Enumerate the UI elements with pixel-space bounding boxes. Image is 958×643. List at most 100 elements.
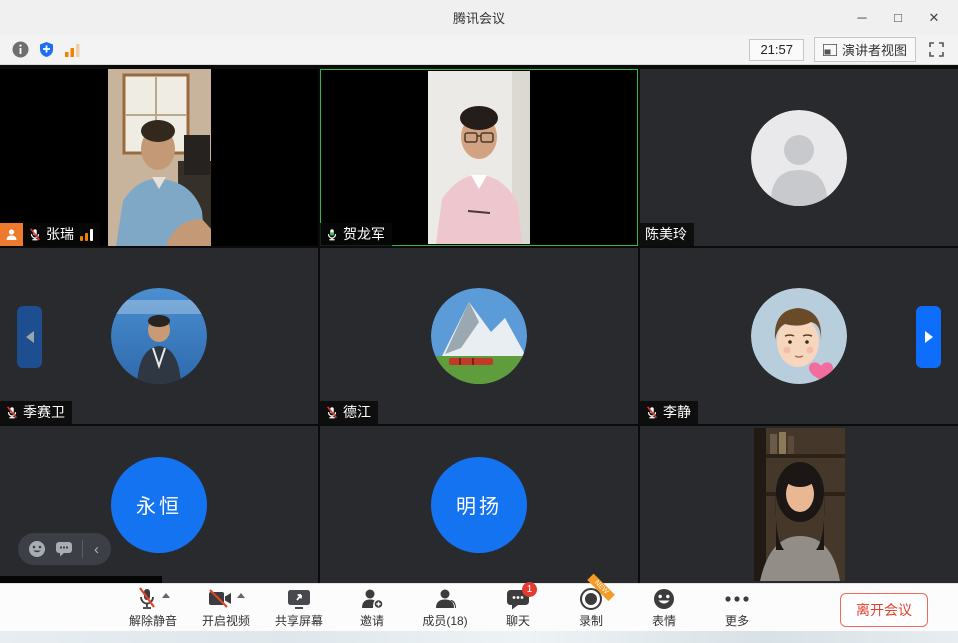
mic-muted-icon	[5, 405, 19, 420]
initial-avatar: 永恒	[111, 457, 207, 553]
window-title: 腾讯会议	[453, 8, 505, 27]
pill-divider	[82, 540, 83, 558]
share-screen-icon	[286, 588, 312, 610]
mic-active-icon	[325, 227, 339, 242]
webcam-video-helongjun	[428, 69, 530, 246]
share-screen-button[interactable]: 共享屏幕	[272, 587, 326, 629]
minimize-icon[interactable]: ─	[844, 0, 880, 35]
participant-name: 季赛卫	[23, 401, 65, 424]
record-button[interactable]: NEW 录制	[564, 587, 618, 629]
participant-name-label: 贺龙军	[320, 223, 392, 246]
members-icon	[434, 587, 456, 610]
bottom-toolbar: 解除静音 开启视频 共享屏幕 邀请 成员(18)	[0, 583, 958, 631]
top-toolbar: 21:57 演讲者视图	[0, 35, 958, 65]
chevron-left-icon	[26, 331, 34, 343]
desktop-background-strip	[0, 631, 958, 643]
video-tile-helongjun[interactable]: 贺龙军	[320, 69, 638, 246]
photo-avatar-lijing	[751, 288, 847, 384]
more-dots-icon	[724, 595, 750, 603]
participant-label-row: 德江	[320, 401, 378, 424]
video-tile-chenmeiling[interactable]: 陈美玲	[640, 69, 958, 246]
participant-name: 德江	[343, 401, 371, 424]
mic-muted-icon	[136, 587, 158, 611]
speaker-view-button[interactable]: 演讲者视图	[814, 37, 916, 62]
camera-off-icon	[207, 588, 233, 610]
mic-options-caret[interactable]	[162, 593, 170, 598]
start-video-label: 开启视频	[202, 612, 250, 629]
participant-label-row: 陈美玲	[640, 223, 694, 246]
next-page-arrow[interactable]	[916, 306, 941, 368]
meeting-window: 腾讯会议 ─ □ ✕ 21:57 演讲者视图	[0, 0, 958, 643]
webcam-video-zhangrui	[108, 69, 211, 246]
webcam-video-unnamed	[754, 426, 845, 583]
clipped-name-label	[0, 576, 162, 583]
host-badge-icon	[0, 223, 23, 246]
mic-muted-icon	[645, 405, 659, 420]
emoji-reaction-icon[interactable]	[28, 540, 46, 558]
quick-chat-icon[interactable]	[55, 541, 73, 557]
video-tile-unnamed[interactable]	[640, 426, 958, 583]
participant-label-row: 张瑞	[0, 223, 100, 246]
participant-name-label: 李静	[640, 401, 698, 424]
network-signal-icon[interactable]	[64, 41, 81, 58]
maximize-icon[interactable]: □	[880, 0, 916, 35]
emoji-button[interactable]: 表情	[637, 587, 691, 629]
more-button[interactable]: 更多	[710, 587, 764, 629]
info-icon[interactable]	[12, 41, 29, 58]
security-shield-icon[interactable]	[38, 41, 55, 58]
initial-avatar: 明扬	[431, 457, 527, 553]
participant-label-row: 贺龙军	[320, 223, 392, 246]
members-label: 成员(18)	[422, 612, 467, 629]
photo-avatar-jisaiwei	[111, 288, 207, 384]
emoji-icon	[652, 587, 676, 611]
participant-name-label: 陈美玲	[640, 223, 694, 246]
participant-name: 陈美玲	[645, 223, 687, 246]
video-tile-jisaiwei[interactable]: 季赛卫	[0, 248, 318, 424]
close-icon[interactable]: ✕	[916, 0, 952, 35]
chat-button[interactable]: 1 聊天	[491, 587, 545, 629]
mic-muted-icon	[325, 405, 339, 420]
meeting-timer: 21:57	[749, 39, 804, 61]
share-screen-label: 共享屏幕	[275, 612, 323, 629]
fullscreen-icon[interactable]	[926, 40, 946, 60]
more-label: 更多	[725, 612, 749, 629]
invite-person-icon	[360, 587, 384, 610]
members-button[interactable]: 成员(18)	[418, 587, 472, 629]
chat-label: 聊天	[506, 612, 530, 629]
video-tile-dejiang[interactable]: 德江	[320, 248, 638, 424]
window-controls: ─ □ ✕	[844, 0, 952, 35]
video-tile-mingyang[interactable]: 明扬	[320, 426, 638, 583]
participant-label-row: 季赛卫	[0, 401, 72, 424]
chat-unread-badge: 1	[522, 582, 537, 597]
speaker-view-label: 演讲者视图	[842, 40, 907, 59]
reaction-pill: ‹	[18, 533, 111, 565]
collapse-pill-icon[interactable]: ‹	[92, 542, 101, 557]
participant-name: 李静	[663, 401, 691, 424]
unmute-button[interactable]: 解除静音	[126, 587, 180, 629]
topbar-right: 21:57 演讲者视图	[749, 37, 946, 62]
photo-avatar-dejiang	[431, 288, 527, 384]
unmute-label: 解除静音	[129, 612, 177, 629]
invite-label: 邀请	[360, 612, 384, 629]
emoji-label: 表情	[652, 612, 676, 629]
participant-name-label: 张瑞	[23, 223, 100, 246]
camera-options-caret[interactable]	[237, 593, 245, 598]
participant-name: 张瑞	[46, 223, 74, 246]
meeting-status-icons	[12, 41, 81, 58]
leave-meeting-button[interactable]: 离开会议	[840, 593, 928, 627]
record-label: 录制	[579, 612, 603, 629]
video-grid: 张瑞 贺龙军	[0, 65, 958, 583]
signal-bars-icon	[80, 229, 93, 241]
participant-name: 贺龙军	[343, 223, 385, 246]
participant-label-row: 李静	[640, 401, 698, 424]
start-video-button[interactable]: 开启视频	[199, 587, 253, 629]
video-tile-zhangrui[interactable]: 张瑞	[0, 69, 318, 246]
invite-button[interactable]: 邀请	[345, 587, 399, 629]
placeholder-avatar	[751, 110, 847, 206]
chevron-right-icon	[925, 331, 933, 343]
previous-page-arrow[interactable]	[17, 306, 42, 368]
video-tile-lijing[interactable]: 李静	[640, 248, 958, 424]
participant-name-label: 季赛卫	[0, 401, 72, 424]
titlebar: 腾讯会议 ─ □ ✕	[0, 0, 958, 35]
participant-name-label: 德江	[320, 401, 378, 424]
